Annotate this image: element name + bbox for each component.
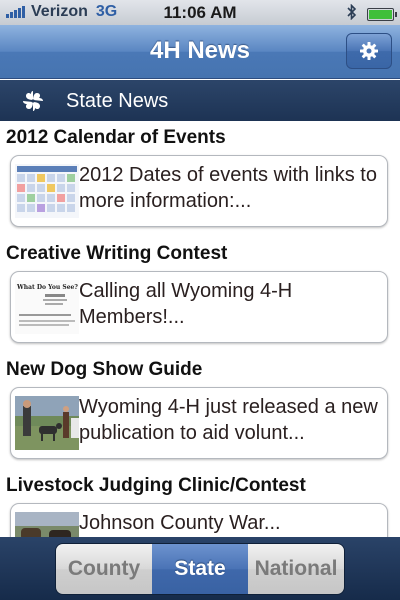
news-summary: Calling all Wyoming 4-H Members!... [79,280,293,328]
news-summary: Johnson County War... [79,512,281,534]
bluetooth-icon [347,3,357,25]
section-header: State News [0,80,400,121]
news-heading: Livestock Judging Clinic/Contest [6,475,306,496]
status-right [347,3,397,25]
livestock-photo-thumbnail [15,512,79,537]
tab-bar: County State National [0,537,400,600]
battery-icon [367,8,397,21]
news-item: Creative Writing Contest What Do You See… [0,237,400,343]
news-card[interactable]: Johnson County War... [10,503,388,537]
news-heading: 2012 Calendar of Events [6,127,226,148]
news-summary: Wyoming 4-H just released a new publicat… [79,396,378,444]
navigation-bar: 4H News [0,25,400,79]
app-title: 4H News [149,37,251,64]
news-heading: New Dog Show Guide [6,359,203,380]
news-heading: Creative Writing Contest [6,243,228,264]
news-item: New Dog Show Guide Wyoming 4-H just rele… [0,353,400,459]
news-card[interactable]: What Do You See? Calling all Wyoming 4-H… [10,271,388,343]
battery-level [369,10,392,19]
document-thumbnail: What Do You See? [15,280,79,334]
dog-show-photo-thumbnail [15,396,79,450]
news-list[interactable]: 2012 Calendar of Events 2012 Dates of ev… [0,121,400,537]
tab-state[interactable]: State [152,544,248,594]
calendar-thumbnail [15,164,79,218]
thumbnail-caption: What Do You See? [16,284,78,291]
news-item: Livestock Judging Clinic/Contest Johnson… [0,469,400,537]
tab-national[interactable]: National [248,544,344,594]
status-time: 11:06 AM [163,3,237,22]
gear-icon [360,42,378,60]
news-card[interactable]: 2012 Dates of events with links to more … [10,155,388,227]
four-leaf-clover-icon [23,91,43,111]
news-card[interactable]: Wyoming 4-H just released a new publicat… [10,387,388,459]
section-title: State News [66,90,169,112]
tab-county[interactable]: County [56,544,152,594]
news-summary: 2012 Dates of events with links to more … [79,164,377,212]
status-bar: Verizon 3G 11:06 AM [0,0,400,25]
news-item: 2012 Calendar of Events 2012 Dates of ev… [0,121,400,227]
settings-button[interactable] [346,33,392,69]
segmented-control: County State National [55,543,345,595]
